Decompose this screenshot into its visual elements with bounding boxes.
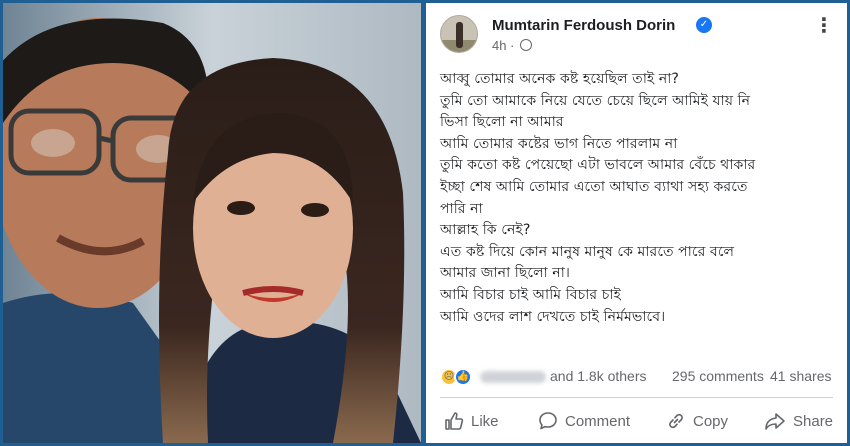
reactions-bar: ☹ 👍 and 1.8k others 295 comments 41 shar… (440, 366, 840, 388)
copy-button[interactable]: Copy (666, 407, 728, 435)
reactions-count[interactable]: and 1.8k others (550, 368, 647, 384)
post-line: আব্বু তোমার অনেক কষ্ট হয়েছিল তাই না? (440, 71, 679, 87)
post-line: তুমি তো আমাকে নিয়ে যেতে চেয়ে ছিলে আমিই… (440, 92, 751, 109)
post-line: আমি বিচার চাই আমি বিচার চাই (440, 286, 621, 303)
post-line: তুমি কতো কষ্ট পেয়েছো এটা ভাবলে আমার বেঁ… (440, 157, 756, 174)
post-actions: Like Comment Copy Share (426, 401, 847, 441)
copy-label: Copy (693, 412, 729, 430)
link-icon (669, 413, 683, 429)
globe-icon (520, 39, 533, 51)
post-time[interactable]: 4h (492, 38, 506, 53)
facebook-post-card: Mumtarin Ferdoush Dorin ✓ 4h · ⋮ আব্বু ত… (426, 3, 847, 443)
author-avatar[interactable] (440, 15, 478, 53)
post-line: পারি না (440, 200, 483, 217)
post-line: ইচ্ছা শেষ আমি তোমার এতো আঘাত ব্যাথা সহ্য… (440, 178, 748, 195)
selfie-image (3, 3, 421, 443)
author-name[interactable]: Mumtarin Ferdoush Dorin (492, 17, 675, 34)
post-line: আমি তোমার কষ্টের ভাগ নিতে পারলাম না (440, 135, 678, 152)
screenshot-frame: Mumtarin Ferdoush Dorin ✓ 4h · ⋮ আব্বু ত… (0, 0, 850, 446)
post-meta: 4h · (492, 38, 533, 53)
post-header: Mumtarin Ferdoush Dorin ✓ 4h · ⋮ (426, 3, 847, 65)
reaction-icons[interactable]: ☹ 👍 (440, 368, 474, 386)
post-line: ভিসা ছিলো না আমার (440, 114, 564, 131)
like-label: Like (471, 412, 499, 430)
actions-divider (440, 397, 833, 398)
share-label: Share (793, 412, 834, 430)
avatar-figure (456, 22, 463, 48)
post-line: আমার জানা ছিলো না। (440, 265, 570, 282)
shares-count[interactable]: 41 shares (770, 368, 831, 384)
profile-photo (3, 3, 421, 443)
comment-button[interactable]: Comment (538, 407, 630, 435)
post-line: আল্লাহ কি নেই? (440, 222, 531, 239)
post-body: আব্বু তোমার অনেক কষ্ট হয়েছিল তাই না? তু… (440, 69, 840, 328)
comments-count[interactable]: 295 comments (672, 368, 764, 384)
share-arrow-icon (765, 413, 785, 430)
blurred-reactor-name (480, 371, 546, 383)
like-button[interactable]: Like (444, 407, 499, 435)
post-line: এত কষ্ট দিয়ে কোন মানুষ মানুষ কে মারতে প… (440, 243, 735, 260)
like-reaction-icon: 👍 (454, 368, 472, 386)
post-line: আমি ওদের লাশ দেখতে চাই নির্মমভাবে। (440, 308, 666, 325)
comment-icon (539, 412, 557, 430)
more-options-icon[interactable]: ⋮ (814, 13, 835, 37)
verified-badge-icon: ✓ (696, 17, 712, 33)
thumbs-up-icon (445, 412, 464, 430)
comment-label: Comment (565, 412, 631, 430)
meta-separator: · (510, 38, 519, 53)
share-button[interactable]: Share (764, 407, 833, 435)
